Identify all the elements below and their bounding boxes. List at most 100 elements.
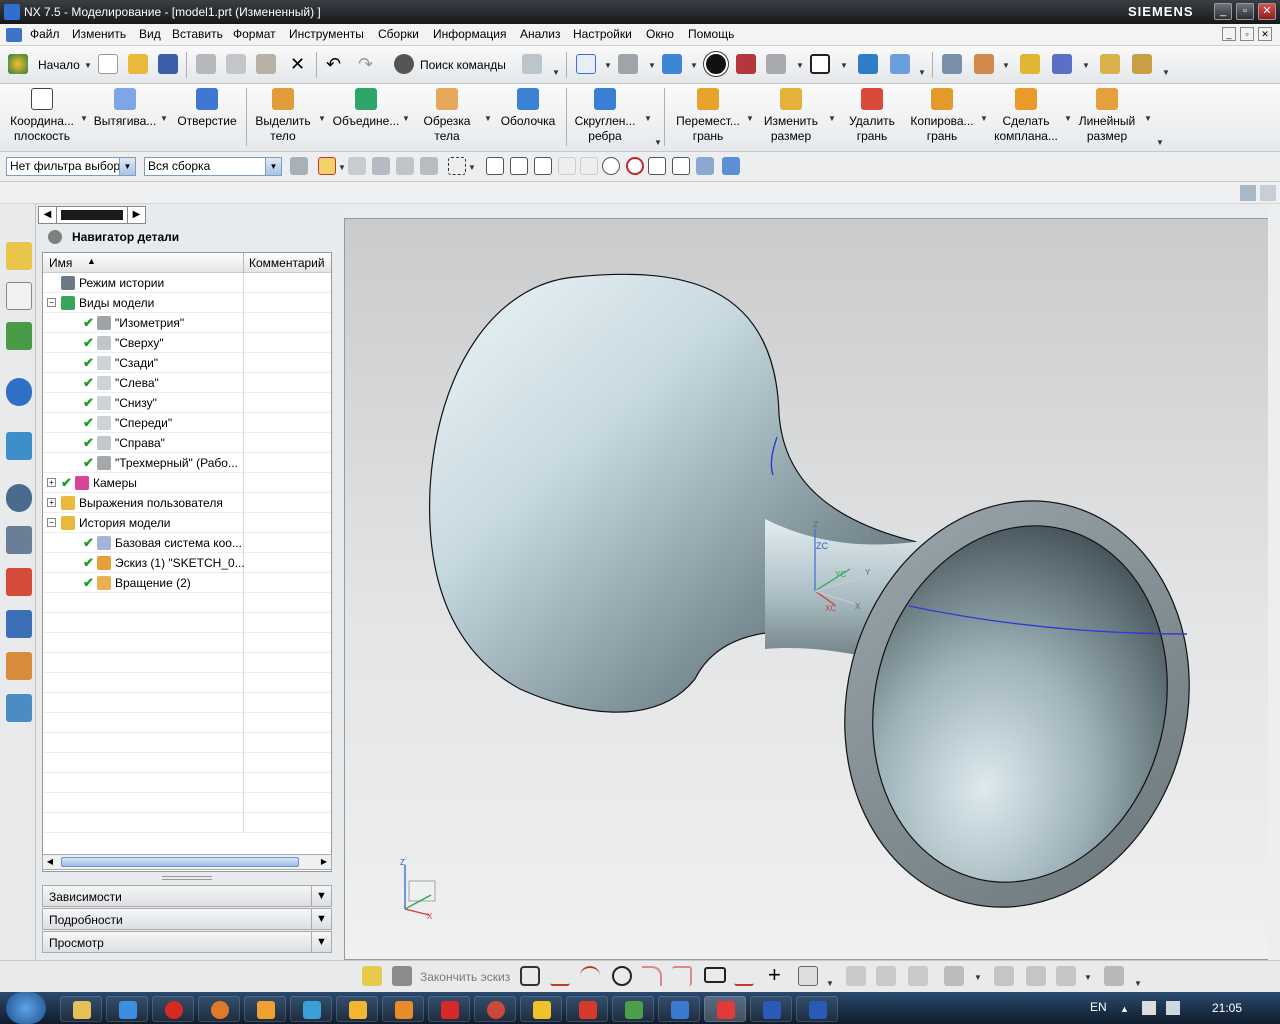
type-filter-select[interactable]: Нет фильтра выбор ▼ xyxy=(6,157,136,176)
taskbar-app10[interactable] xyxy=(474,996,516,1022)
close-button[interactable]: ✕ xyxy=(1258,3,1276,20)
hole-button[interactable]: Отверстие xyxy=(174,86,240,148)
taskbar-solidworks[interactable] xyxy=(566,996,608,1022)
arc-icon[interactable] xyxy=(580,966,600,986)
checkbox-icon[interactable]: ✔ xyxy=(83,396,94,409)
taskbar-firefox[interactable] xyxy=(198,996,240,1022)
quick-trim-icon[interactable] xyxy=(846,966,866,986)
wcs-icon[interactable] xyxy=(858,54,878,74)
scope-filter-select[interactable]: Вся сборка ▼ xyxy=(144,157,282,176)
process-studio-icon[interactable] xyxy=(6,526,32,554)
chevron-right-icon[interactable]: ▶ xyxy=(127,207,145,223)
menu-analysis[interactable]: Анализ xyxy=(520,27,561,41)
tree-row-datum-csys[interactable]: ✔ Базовая система коо... xyxy=(43,533,331,553)
save-icon[interactable] xyxy=(158,54,178,74)
snap-on-curve-icon[interactable] xyxy=(672,157,690,175)
part-navigator-icon[interactable] xyxy=(6,282,32,310)
display-constraints-icon[interactable] xyxy=(1056,966,1076,986)
rendering-icon[interactable] xyxy=(662,54,682,74)
tree-row-view-bottom[interactable]: ✔ "Снизу" xyxy=(43,393,331,413)
taskbar-explorer[interactable] xyxy=(60,996,102,1022)
network-icon[interactable] xyxy=(1166,1001,1180,1015)
checkbox-icon[interactable]: ✔ xyxy=(83,556,94,569)
taskbar-word2[interactable] xyxy=(796,996,838,1022)
menu-insert[interactable]: Вставить xyxy=(172,27,223,41)
select-all-icon[interactable] xyxy=(396,157,414,175)
chamfer-icon[interactable] xyxy=(672,966,692,986)
circle-icon[interactable] xyxy=(612,966,632,986)
start-button[interactable]: Начало xyxy=(38,58,80,72)
tree-row-cameras[interactable]: + ✔ Камеры xyxy=(43,473,331,493)
checkbox-icon[interactable]: ✔ xyxy=(83,316,94,329)
linear-dimension-button[interactable]: Линейный размер xyxy=(1074,86,1140,148)
view-toggle-icon[interactable] xyxy=(1240,185,1256,201)
doc-close-button[interactable]: ✕ xyxy=(1258,27,1272,41)
menu-assemblies[interactable]: Сборки xyxy=(378,27,419,41)
checkbox-icon[interactable]: ✔ xyxy=(83,336,94,349)
taskbar-app13[interactable] xyxy=(612,996,654,1022)
layers-icon[interactable] xyxy=(942,54,962,74)
datum-csys-button[interactable]: Координа... плоскость xyxy=(6,86,78,148)
deselect-icon[interactable] xyxy=(420,157,438,175)
clock[interactable]: 21:05 xyxy=(1212,1001,1242,1015)
snap-intersection-icon[interactable] xyxy=(580,157,598,175)
copy-icon[interactable] xyxy=(226,54,246,74)
command-finder-button[interactable]: Поиск команды xyxy=(420,58,506,72)
convert-reference-icon[interactable] xyxy=(1104,966,1124,986)
tree-row-view-front[interactable]: ✔ "Спереди" xyxy=(43,413,331,433)
menu-settings[interactable]: Настройки xyxy=(573,27,632,41)
checkbox-icon[interactable]: ✔ xyxy=(83,356,94,369)
column-comment-header[interactable]: Комментарий xyxy=(249,256,325,270)
undo-select-icon[interactable] xyxy=(348,157,366,175)
point-icon[interactable]: + xyxy=(768,963,781,987)
taskbar-nx[interactable] xyxy=(704,996,746,1022)
panel-preview[interactable]: Просмотр ▼ xyxy=(42,931,332,953)
quick-extend-icon[interactable] xyxy=(876,966,896,986)
snap-quadrant-icon[interactable] xyxy=(626,157,644,175)
selection-icon[interactable] xyxy=(522,54,542,74)
model-view[interactable]: ZC Z YC Y XC X Z X xyxy=(345,219,1277,961)
finish-sketch-button[interactable]: Закончить эскиз xyxy=(420,970,510,984)
info-icon[interactable] xyxy=(6,378,32,406)
scroll-thumb[interactable] xyxy=(61,857,299,867)
tree-row-sketch-1[interactable]: ✔ Эскиз (1) "SKETCH_0... xyxy=(43,553,331,573)
taskbar-app9[interactable] xyxy=(428,996,470,1022)
minimize-button[interactable]: _ xyxy=(1214,3,1232,20)
line-icon[interactable] xyxy=(550,966,570,986)
edge-blend-button[interactable]: Скруглен... ребра xyxy=(572,86,638,148)
tree-row-view-right[interactable]: ✔ "Справа" xyxy=(43,433,331,453)
sketch-icon[interactable] xyxy=(362,966,382,986)
scroll-left-icon[interactable]: ◀ xyxy=(43,855,57,869)
roles-icon[interactable] xyxy=(6,652,32,680)
redo-icon[interactable]: ↷ xyxy=(358,54,373,74)
tree-hscrollbar[interactable]: ◀ ▶ xyxy=(42,854,332,870)
scroll-right-icon[interactable]: ▶ xyxy=(317,855,331,869)
taskbar-media[interactable] xyxy=(244,996,286,1022)
tree-row-view-top[interactable]: ✔ "Сверху" xyxy=(43,333,331,353)
taskbar-autocad[interactable] xyxy=(520,996,562,1022)
checkbox-icon[interactable]: ✔ xyxy=(83,576,94,589)
tree-row-history-mode[interactable]: Режим истории xyxy=(43,273,331,293)
tray-expand-icon[interactable]: ▲ xyxy=(1120,1004,1129,1014)
taskbar-app14[interactable] xyxy=(658,996,700,1022)
menu-information[interactable]: Информация xyxy=(433,27,506,41)
snap-line-icon[interactable] xyxy=(534,157,552,175)
flag-icon[interactable] xyxy=(1142,1001,1156,1015)
tree-row-view-isometric[interactable]: ✔ "Изометрия" xyxy=(43,313,331,333)
chevron-left-icon[interactable]: ◀ xyxy=(39,207,57,223)
assembly-navigator-icon[interactable] xyxy=(6,242,32,270)
system-scene-icon[interactable] xyxy=(6,610,32,638)
geometric-constraint-icon[interactable] xyxy=(1026,966,1046,986)
nx-menu-icon[interactable] xyxy=(6,28,22,42)
snap-midpoint-icon[interactable] xyxy=(510,157,528,175)
maximize-button[interactable]: ▫ xyxy=(1236,3,1254,20)
menu-tools[interactable]: Инструменты xyxy=(289,27,364,41)
start-menu-icon[interactable] xyxy=(6,992,46,1024)
snap-face-icon[interactable] xyxy=(696,157,714,175)
expand-icon[interactable]: + xyxy=(47,498,56,507)
rectangle-icon[interactable] xyxy=(704,967,726,983)
menu-view[interactable]: Вид xyxy=(139,27,161,41)
snap-center-icon[interactable] xyxy=(602,157,620,175)
history-icon[interactable] xyxy=(6,484,32,512)
constraints-icon[interactable] xyxy=(944,966,964,986)
